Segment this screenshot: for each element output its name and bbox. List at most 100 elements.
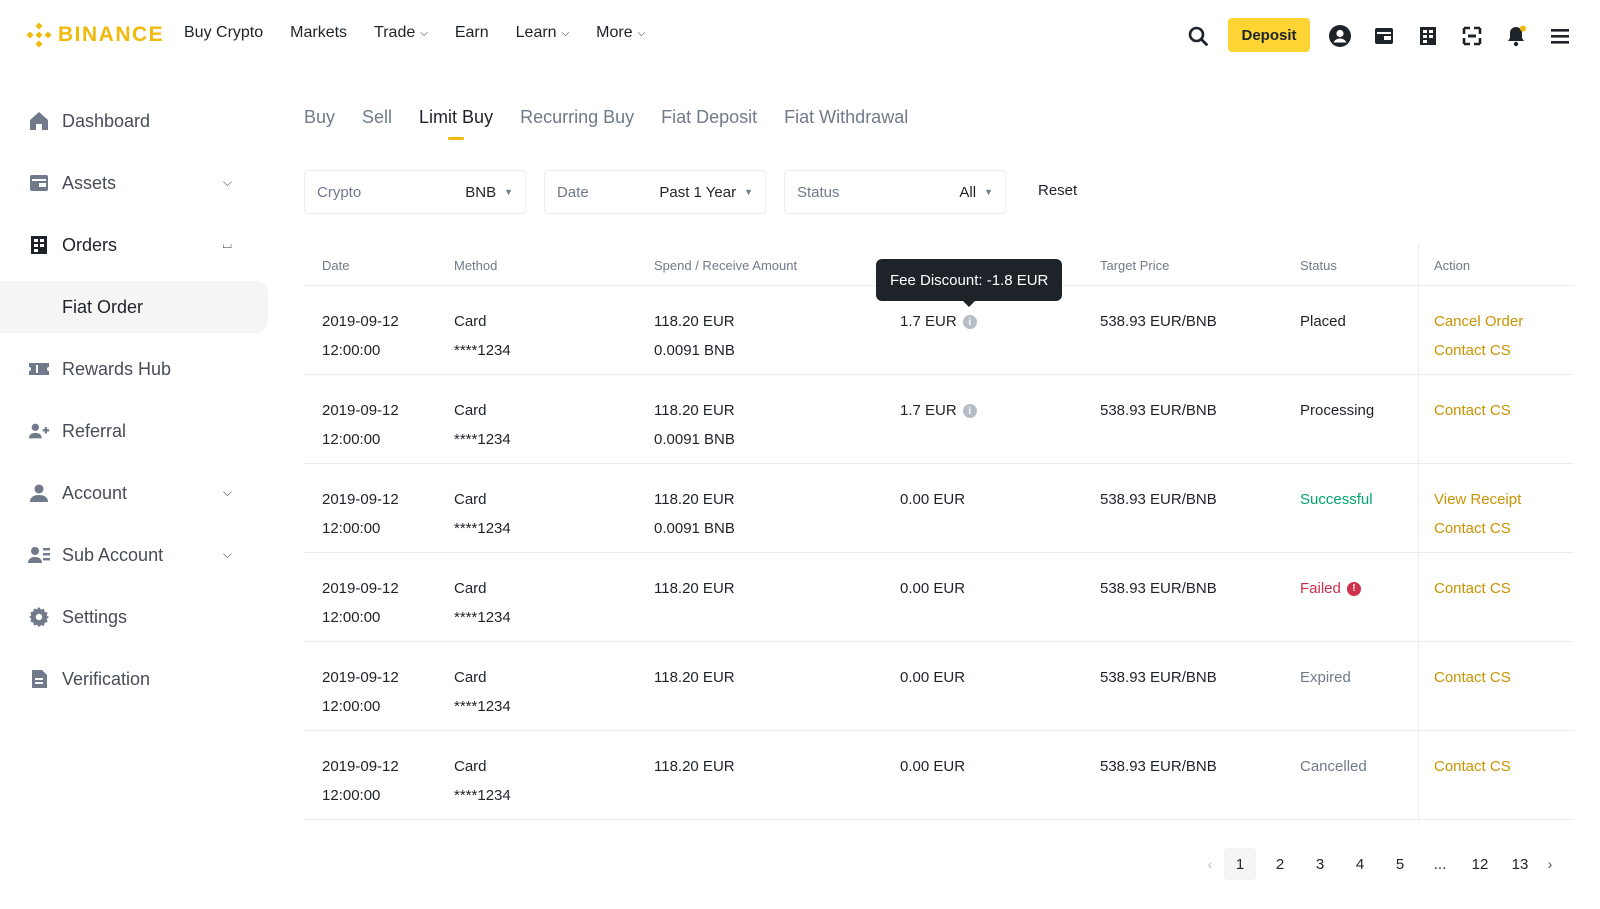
view-receipt-link[interactable]: View Receipt	[1434, 485, 1521, 514]
nav-learn[interactable]: Learn ⌵	[516, 24, 570, 42]
status-text: Failed	[1300, 580, 1341, 597]
tab-recurring-buy[interactable]: Recurring Buy	[520, 107, 634, 136]
contact-cs-link[interactable]: Contact CS	[1434, 396, 1511, 425]
nav-label: Learn	[515, 24, 557, 41]
date-cell: 2019-09-12 12:00:00	[322, 396, 399, 454]
contact-cs-link[interactable]: Contact CS	[1434, 336, 1523, 365]
sidebar-item-label: Account	[62, 482, 128, 503]
table-row: 2019-09-12 12:00:00 Card ****1234 118.20 E…	[304, 731, 1574, 820]
card-number: ****1234	[454, 520, 511, 537]
page-button[interactable]: 5	[1384, 848, 1416, 880]
sidebar-item-assets[interactable]: Assets ⌵	[0, 157, 268, 209]
fee-amount: 1.7 EUR	[900, 402, 957, 419]
order-date: 2019-09-12	[322, 491, 399, 508]
add-user-icon	[28, 420, 50, 442]
crypto-filter-select[interactable]: Crypto BNB ▼	[304, 170, 526, 214]
sidebar-item-label: Orders	[62, 234, 118, 255]
info-icon[interactable]: i	[962, 315, 977, 330]
nav-earn[interactable]: Earn	[455, 24, 489, 42]
sidebar-item-rewards-hub[interactable]: Rewards Hub	[0, 343, 268, 395]
tab-sell[interactable]: Sell	[362, 107, 392, 136]
nav-markets[interactable]: Markets	[290, 24, 347, 42]
fee-cell: 0.00 EUR	[900, 758, 966, 775]
page-button[interactable]: 1	[1224, 848, 1256, 880]
sidebar-item-label: Verification	[62, 668, 151, 689]
contact-cs-link[interactable]: Contact CS	[1434, 752, 1511, 781]
download-icon[interactable]	[1454, 18, 1490, 54]
prev-page-icon[interactable]: ‹	[1204, 848, 1216, 880]
search-icon[interactable]	[1180, 18, 1216, 54]
contact-cs-link[interactable]: Contact CS	[1434, 574, 1511, 603]
sidebar-item-orders[interactable]: Orders ⌴	[0, 219, 268, 271]
tab-fiat-deposit[interactable]: Fiat Deposit	[661, 107, 757, 136]
next-page-icon[interactable]: ›	[1544, 848, 1556, 880]
sidebar-item-label: Settings	[62, 606, 128, 627]
nav-buy-crypto[interactable]: Buy Crypto	[184, 24, 263, 42]
sidebar-item-settings[interactable]: Settings	[0, 591, 268, 643]
nav-more[interactable]: More ⌵	[596, 24, 645, 42]
spend-amount: 118.20 EUR	[654, 669, 735, 686]
date-cell: 2019-09-12 12:00:00	[322, 663, 399, 721]
pagination: ‹ 1 2 3 4 5 ... 12 13 ›	[1204, 848, 1564, 880]
bell-icon[interactable]	[1498, 18, 1534, 54]
tab-limit-buy[interactable]: Limit Buy	[419, 107, 493, 136]
reset-button[interactable]: Reset	[1038, 182, 1077, 199]
sidebar-item-sub-account[interactable]: Sub Account ⌵	[0, 529, 268, 581]
status-cell: Failed!	[1300, 574, 1361, 603]
contact-cs-link[interactable]: Contact CS	[1434, 663, 1511, 692]
header-method: Method	[454, 258, 498, 273]
status-filter-select[interactable]: Status All ▼	[784, 170, 1006, 214]
contact-cs-link[interactable]: Contact CS	[1434, 514, 1521, 543]
info-icon[interactable]: i	[962, 404, 977, 419]
page-button[interactable]: 13	[1504, 848, 1536, 880]
error-icon[interactable]: !	[1346, 581, 1361, 596]
filter-label: Crypto	[317, 183, 362, 201]
nav-trade[interactable]: Trade ⌵	[374, 24, 428, 42]
top-navigation: BINANCE Buy Crypto Markets Trade ⌵ Earn L…	[0, 0, 1600, 72]
sidebar-subitem-fiat-order[interactable]: Fiat Order	[0, 281, 268, 333]
page-ellipsis: ...	[1433, 855, 1447, 873]
caret-down-icon: ▼	[744, 187, 753, 197]
sidebar-item-account[interactable]: Account ⌵	[0, 467, 268, 519]
sidebar-item-verification[interactable]: Verification	[0, 653, 268, 705]
order-date: 2019-09-12	[322, 313, 399, 330]
cancel-order-link[interactable]: Cancel Order	[1434, 307, 1523, 336]
page-button[interactable]: 4	[1344, 848, 1376, 880]
method-cell: Card ****1234	[454, 485, 511, 543]
target-price-cell: 538.93 EUR/BNB	[1100, 313, 1217, 330]
binance-logo[interactable]: BINANCE	[26, 22, 164, 48]
filter-label: Status	[797, 183, 840, 201]
page-button[interactable]: 12	[1464, 848, 1496, 880]
tab-buy[interactable]: Buy	[304, 107, 335, 136]
date-cell: 2019-09-12 12:00:00	[322, 307, 399, 365]
deposit-button[interactable]: Deposit	[1228, 18, 1310, 52]
card-number: ****1234	[454, 698, 511, 715]
page-button[interactable]: 2	[1264, 848, 1296, 880]
sidebar-item-dashboard[interactable]: Dashboard	[0, 95, 268, 147]
action-cell: Contact CS	[1434, 752, 1511, 781]
menu-icon[interactable]	[1542, 18, 1578, 54]
tab-fiat-withdrawal[interactable]: Fiat Withdrawal	[784, 107, 908, 136]
page-button[interactable]: 3	[1304, 848, 1336, 880]
user-icon[interactable]	[1322, 18, 1358, 54]
fee-cell: 0.00 EUR	[900, 669, 966, 686]
orders-icon	[28, 234, 50, 256]
chevron-down-icon: ⌵	[222, 485, 232, 499]
card-number: ****1234	[454, 431, 511, 448]
header-amount: Spend / Receive Amount	[654, 258, 798, 273]
sidebar-item-label: Rewards Hub	[62, 358, 172, 379]
payment-method: Card	[454, 402, 487, 419]
caret-down-icon: ▼	[504, 187, 513, 197]
orders-icon[interactable]	[1410, 18, 1446, 54]
payment-method: Card	[454, 313, 487, 330]
fee-discount-tooltip: Fee Discount: -1.8 EUR	[876, 259, 1063, 301]
order-date: 2019-09-12	[322, 669, 399, 686]
sidebar-item-referral[interactable]: Referral	[0, 405, 268, 457]
table-row: 2019-09-12 12:00:00 Card ****1234 118.20 E…	[304, 642, 1574, 731]
action-cell: Contact CS	[1434, 663, 1511, 692]
header-action: Action	[1434, 258, 1471, 273]
date-filter-select[interactable]: Date Past 1 Year ▼	[544, 170, 766, 214]
wallet-icon[interactable]	[1366, 18, 1402, 54]
main-nav: Buy Crypto Markets Trade ⌵ Earn Learn ⌵ Mo…	[184, 24, 672, 42]
binance-logo-icon	[26, 22, 52, 48]
